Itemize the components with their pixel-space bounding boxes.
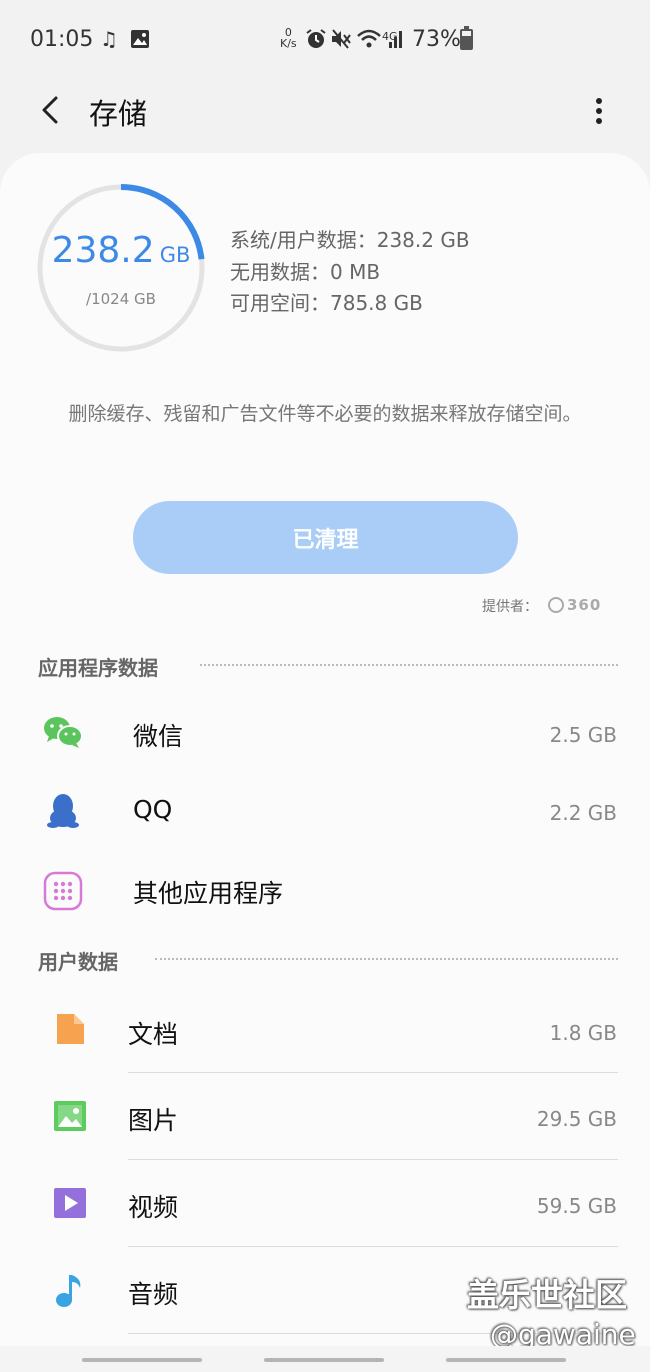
user-row-documents[interactable]: 文档 1.8 GB (0, 990, 650, 1073)
user-size: 1.8 GB (549, 1021, 617, 1045)
user-size: 59.5 GB (536, 1194, 617, 1218)
app-label: 其他应用程序 (133, 879, 284, 908)
document-icon (54, 1012, 86, 1050)
status-time: 01:05 (30, 27, 94, 52)
stat-available: 可用空间：785.8 GB (230, 291, 423, 315)
storage-used-value: 238.2 GB (36, 230, 206, 271)
app-label: QQ (133, 795, 173, 824)
used-unit: GB (159, 243, 191, 267)
provider-logo: 360 (548, 596, 601, 616)
stat-junk: 无用数据：0 MB (230, 259, 381, 284)
app-row-wechat[interactable]: 微信 2.5 GB (0, 695, 650, 773)
section-divider-user (155, 958, 618, 960)
user-label: 音频 (128, 1280, 179, 1309)
nav-recents-button[interactable] (82, 1358, 202, 1362)
page-title: 存储 (89, 97, 148, 131)
video-icon (53, 1187, 87, 1223)
app-label: 微信 (133, 722, 184, 751)
app-size: 2.5 GB (549, 723, 617, 747)
wifi-icon (356, 26, 382, 52)
nav-back-button[interactable] (446, 1358, 566, 1362)
status-bar: 01:05 ♫ 0 K/s 4G 73% (0, 0, 650, 80)
user-row-videos[interactable]: 视频 59.5 GB (0, 1160, 650, 1246)
user-label: 图片 (128, 1106, 179, 1135)
app-header: 存储 (0, 80, 650, 150)
user-label: 视频 (128, 1193, 179, 1222)
battery-icon (460, 26, 473, 50)
watermark-title: 盖乐世社区 (467, 1276, 628, 1314)
app-size: 2.2 GB (549, 801, 617, 825)
user-row-pictures[interactable]: 图片 29.5 GB (0, 1073, 650, 1159)
image-icon (130, 26, 150, 52)
user-label: 文档 (128, 1020, 179, 1049)
music-note-icon: ♫ (100, 27, 118, 51)
back-arrow-icon[interactable] (36, 93, 66, 127)
net-speed-unit: K/s (280, 37, 297, 50)
provider-logo-text: 360 (567, 596, 602, 614)
system-nav-bar (0, 1346, 650, 1372)
more-vertical-icon[interactable] (584, 94, 614, 128)
stat-system-user: 系统/用户数据：238.2 GB (230, 228, 470, 252)
app-row-other[interactable]: 其他应用程序 (0, 851, 650, 929)
wechat-icon (43, 715, 83, 753)
section-title-user: 用户数据 (38, 950, 118, 974)
nav-home-button[interactable] (264, 1358, 384, 1362)
alarm-icon (305, 26, 327, 52)
net-speed: 0 K/s (280, 27, 297, 53)
section-title-apps: 应用程序数据 (38, 656, 158, 680)
provider-logo-icon (548, 597, 564, 613)
audio-note-icon (54, 1272, 86, 1312)
storage-total: /1024 GB (86, 290, 156, 308)
user-size: 29.5 GB (536, 1107, 617, 1131)
used-number: 238.2 (51, 230, 155, 271)
qq-icon (47, 793, 79, 833)
section-divider-apps (200, 664, 618, 666)
picture-icon (53, 1100, 87, 1136)
mute-icon (330, 26, 352, 52)
apps-grid-icon (43, 871, 83, 915)
app-row-qq[interactable]: QQ 2.2 GB (0, 773, 650, 851)
signal-icon (383, 26, 405, 52)
clean-description: 删除缓存、残留和广告文件等不必要的数据来释放存储空间。 (68, 403, 582, 425)
storage-stats: 系统/用户数据：238.2 GB 无用数据：0 MB 可用空间：785.8 GB (230, 225, 470, 320)
battery-percent: 73% (412, 27, 461, 52)
provider-label: 提供者： (482, 599, 538, 615)
clean-button[interactable]: 已清理 (133, 501, 518, 574)
